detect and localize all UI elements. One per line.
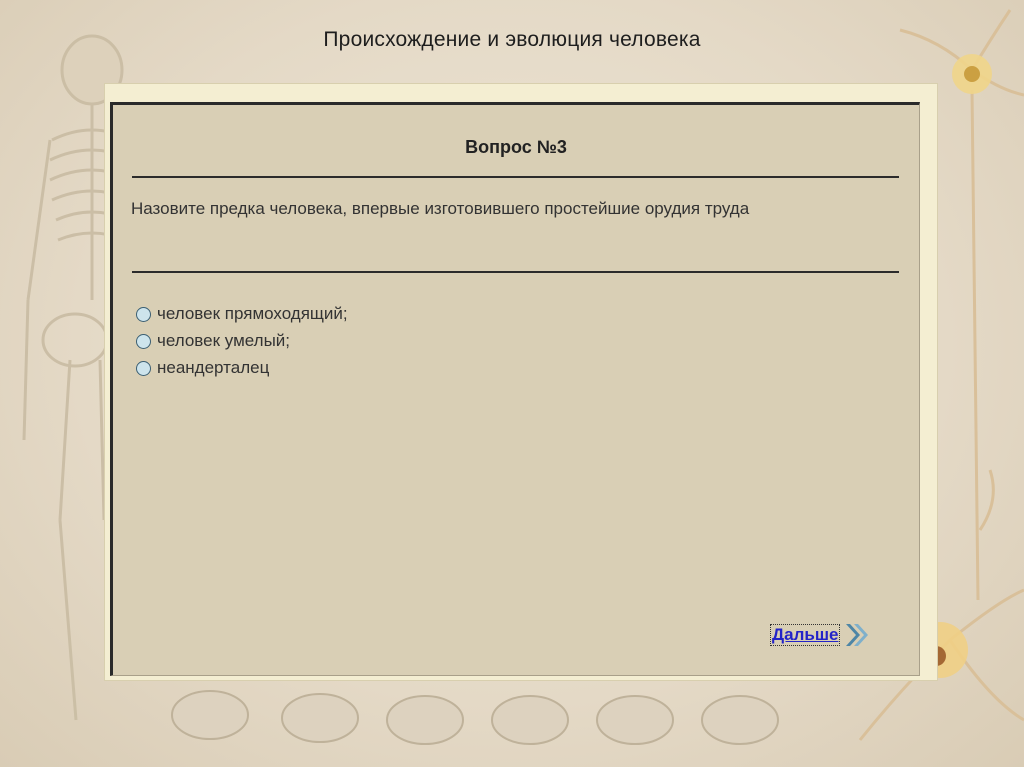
- divider-top: [132, 176, 899, 178]
- radio-button-1[interactable]: [136, 306, 151, 322]
- next-button[interactable]: Дальше: [770, 621, 870, 649]
- skulls-illustration: [171, 690, 779, 745]
- radio-button-2[interactable]: [136, 333, 151, 349]
- page-title: Происхождение и эволюция человека: [323, 28, 701, 51]
- divider-bottom: [132, 271, 899, 273]
- answer-option-label: человек прямоходящий;: [157, 304, 348, 323]
- next-link[interactable]: Дальше: [770, 624, 841, 646]
- radio-button-3[interactable]: [136, 360, 151, 376]
- answer-option-3[interactable]: неандерталец: [136, 357, 269, 379]
- double-chevron-right-icon[interactable]: [844, 621, 870, 649]
- answer-option-label: человек умелый;: [157, 331, 291, 350]
- answer-option-1[interactable]: человек прямоходящий;: [136, 303, 348, 325]
- question-panel: Вопрос №3 Назовите предка человека, впер…: [110, 102, 920, 676]
- answer-option-2[interactable]: человек умелый;: [136, 330, 290, 352]
- answer-option-label: неандерталец: [157, 358, 270, 377]
- question-text: Назовите предка человека, впервые изгото…: [131, 199, 750, 218]
- question-number: Вопрос №3: [465, 137, 567, 157]
